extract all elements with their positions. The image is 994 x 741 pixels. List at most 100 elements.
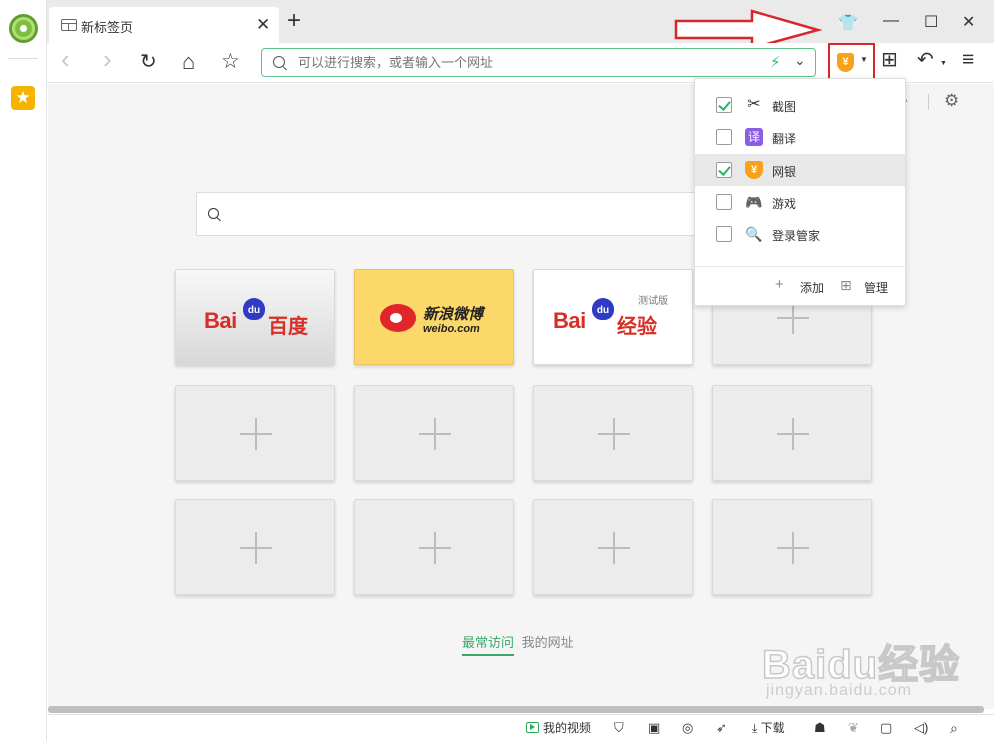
favorites-star-icon[interactable]: ★ [11, 86, 35, 110]
baidu-jingyan-watermark: Baidu经验 jingyan.baidu.com [761, 632, 960, 699]
translate-icon: 译 [745, 128, 763, 146]
undo-caret-icon: ▼ [940, 60, 947, 67]
menu-item-games[interactable]: 🎮 游戏 [695, 186, 905, 218]
download-label: 下载 [760, 721, 785, 735]
address-input[interactable] [298, 49, 758, 76]
tab-close-icon[interactable]: ✕ [256, 15, 270, 35]
menu-item-label: 翻译 [772, 132, 797, 146]
undo-close-icon[interactable]: ↶ [917, 50, 934, 70]
incognito-icon[interactable]: ☗ [814, 721, 826, 735]
add-plus-icon[interactable]: + [775, 276, 784, 293]
speed-dial-empty[interactable] [712, 499, 872, 595]
image-icon[interactable]: ▣ [648, 721, 660, 735]
toolbar-extension-menu: ✂ 截图 译 翻译 ¥ 网银 🎮 游戏 🔍 登录管家 + 添加 ⊞ 管理 [694, 78, 906, 306]
wangyin-checkbox[interactable] [716, 162, 732, 178]
speed-dial-jingyan[interactable]: Bai du 经验 测试版 [533, 269, 693, 365]
speed-dial-empty[interactable] [533, 499, 693, 595]
manage-grid-icon[interactable]: ⊞ [840, 277, 852, 294]
menu-item-translate[interactable]: 译 翻译 [695, 121, 905, 153]
speed-dial-weibo[interactable]: 新浪微博 weibo.com [354, 269, 514, 365]
tab-title: 新标签页 [81, 20, 134, 35]
settings-gear-icon[interactable]: ⚙ [944, 91, 959, 111]
speed-dial-empty[interactable] [354, 499, 514, 595]
rocket-icon[interactable]: ➶ [716, 721, 727, 735]
weibo-logo-url: weibo.com [423, 323, 480, 335]
download-button[interactable]: ⤓ 下载 [752, 721, 785, 735]
my-video-label: 我的视频 [543, 721, 592, 735]
main-menu-icon[interactable]: ≡ [962, 49, 974, 70]
wangyin-button[interactable]: ¥ ▼ [828, 43, 875, 83]
bookmark-star-button[interactable]: ☆ [221, 50, 240, 74]
wangyin-shield-icon: ¥ [837, 53, 854, 72]
video-play-icon [526, 722, 539, 733]
add-icon [598, 532, 630, 564]
speed-icon[interactable]: ◎ [682, 721, 693, 735]
apps-grid-icon[interactable]: ⊞ [881, 50, 898, 70]
menu-item-wangyin[interactable]: ¥ 网银 [695, 154, 905, 186]
tab-new-tab[interactable]: 新标签页 ✕ [49, 7, 279, 43]
add-button[interactable]: 添加 [800, 279, 824, 296]
add-icon [777, 532, 809, 564]
divider [928, 94, 929, 110]
add-icon [777, 418, 809, 450]
window-icon[interactable]: ▢ [880, 721, 892, 735]
add-icon [598, 418, 630, 450]
weibo-logo-text: 新浪微博 [423, 306, 484, 323]
translate-checkbox[interactable] [716, 129, 732, 145]
add-icon [240, 418, 272, 450]
back-button[interactable]: ‹ [61, 46, 70, 72]
menu-divider [695, 266, 905, 267]
login-key-icon: 🔍 [745, 226, 763, 242]
menu-item-screenshot[interactable]: ✂ 截图 [695, 89, 905, 121]
jingyan-logo-bai: Bai [553, 308, 586, 333]
speed-dial-empty[interactable] [175, 499, 335, 595]
refresh-button[interactable]: ↻ [140, 50, 157, 74]
menu-item-label: 截图 [772, 100, 797, 114]
sound-icon[interactable]: ◁) [914, 721, 928, 735]
skin-shirt-icon[interactable]: 👕 [838, 13, 858, 33]
tab-my-sites[interactable]: 我的网址 [522, 635, 574, 650]
forward-button[interactable]: › [103, 46, 112, 72]
baidu-logo-text: 百度 [268, 316, 308, 338]
horizontal-scrollbar[interactable] [48, 706, 984, 713]
page-search-box[interactable] [196, 192, 756, 236]
address-bar[interactable]: ⚡ ⌄ [261, 48, 816, 77]
tab-most-visited[interactable]: 最常访问 [462, 635, 515, 656]
new-tab-button[interactable]: + [287, 9, 301, 33]
speed-dial-empty[interactable] [712, 385, 872, 481]
add-icon [240, 532, 272, 564]
login-manager-checkbox[interactable] [716, 226, 732, 242]
caret-down-icon: ▼ [860, 55, 868, 64]
menu-item-login-manager[interactable]: 🔍 登录管家 [695, 218, 905, 250]
home-button[interactable]: ⌂ [182, 50, 195, 74]
maximize-button[interactable]: ☐ [924, 12, 938, 32]
zoom-icon[interactable]: ⌕ [950, 721, 958, 735]
speed-dial-empty[interactable] [533, 385, 693, 481]
speed-dial-baidu[interactable]: Bai du 百度 [175, 269, 335, 365]
gamepad-icon: 🎮 [745, 194, 763, 210]
my-video-button[interactable]: 我的视频 [526, 721, 591, 735]
screenshot-checkbox[interactable] [716, 97, 732, 113]
speed-dial-empty[interactable] [175, 385, 335, 481]
shield-security-icon[interactable]: ⛉ [614, 721, 624, 735]
leaf-icon[interactable]: ❦ [848, 721, 859, 735]
add-icon [419, 418, 451, 450]
menu-item-label: 游戏 [772, 197, 797, 211]
wangyin-shield-icon: ¥ [745, 161, 763, 179]
chevron-down-icon[interactable]: ⌄ [794, 52, 806, 69]
minimize-button[interactable]: — [883, 12, 899, 30]
watermark-url: jingyan.baidu.com [766, 682, 912, 699]
speed-bolt-icon[interactable]: ⚡ [770, 53, 781, 71]
close-window-button[interactable]: ✕ [962, 12, 975, 32]
jingyan-beta-badge: 测试版 [638, 296, 668, 307]
left-sidebar: ★ [0, 0, 47, 741]
search-icon [273, 56, 285, 68]
jingyan-logo-text: 经验 [617, 316, 657, 338]
search-icon [208, 208, 219, 219]
manage-button[interactable]: 管理 [864, 279, 888, 296]
user-avatar[interactable] [9, 14, 38, 43]
games-checkbox[interactable] [716, 194, 732, 210]
menu-item-label: 登录管家 [772, 229, 821, 243]
speed-dial-empty[interactable] [354, 385, 514, 481]
speed-dial-tabs: 最常访问 我的网址 [462, 632, 574, 656]
